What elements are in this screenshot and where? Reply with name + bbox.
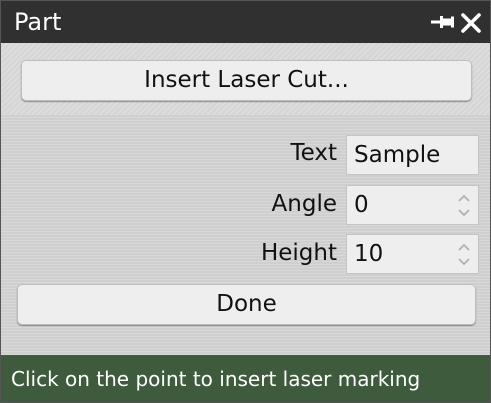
height-decrement-icon[interactable] bbox=[458, 258, 470, 266]
dialog-title: Part bbox=[14, 8, 62, 36]
height-spinbox[interactable]: 10 bbox=[346, 234, 479, 274]
angle-value: 0 bbox=[354, 192, 369, 218]
angle-spinbox[interactable]: 0 bbox=[346, 185, 479, 225]
close-icon[interactable] bbox=[460, 12, 482, 34]
height-increment-icon[interactable] bbox=[458, 243, 470, 251]
angle-label: Angle bbox=[271, 191, 337, 217]
insert-laser-cut-button[interactable]: Insert Laser Cut... bbox=[21, 60, 472, 101]
text-field[interactable]: Sample bbox=[346, 135, 479, 175]
title-bar[interactable]: Part bbox=[1, 1, 490, 43]
part-dialog: Part Insert Laser Cut... Text Sample Ang… bbox=[0, 0, 491, 403]
angle-decrement-icon[interactable] bbox=[458, 209, 470, 217]
status-message: Click on the point to insert laser marki… bbox=[11, 367, 421, 391]
height-label: Height bbox=[260, 240, 337, 266]
text-field-value: Sample bbox=[354, 142, 441, 168]
height-value: 10 bbox=[354, 241, 384, 267]
pin-icon[interactable] bbox=[430, 13, 456, 31]
text-label: Text bbox=[290, 140, 337, 166]
angle-increment-icon[interactable] bbox=[458, 194, 470, 202]
done-button[interactable]: Done bbox=[17, 284, 476, 325]
status-bar: Click on the point to insert laser marki… bbox=[1, 355, 490, 402]
